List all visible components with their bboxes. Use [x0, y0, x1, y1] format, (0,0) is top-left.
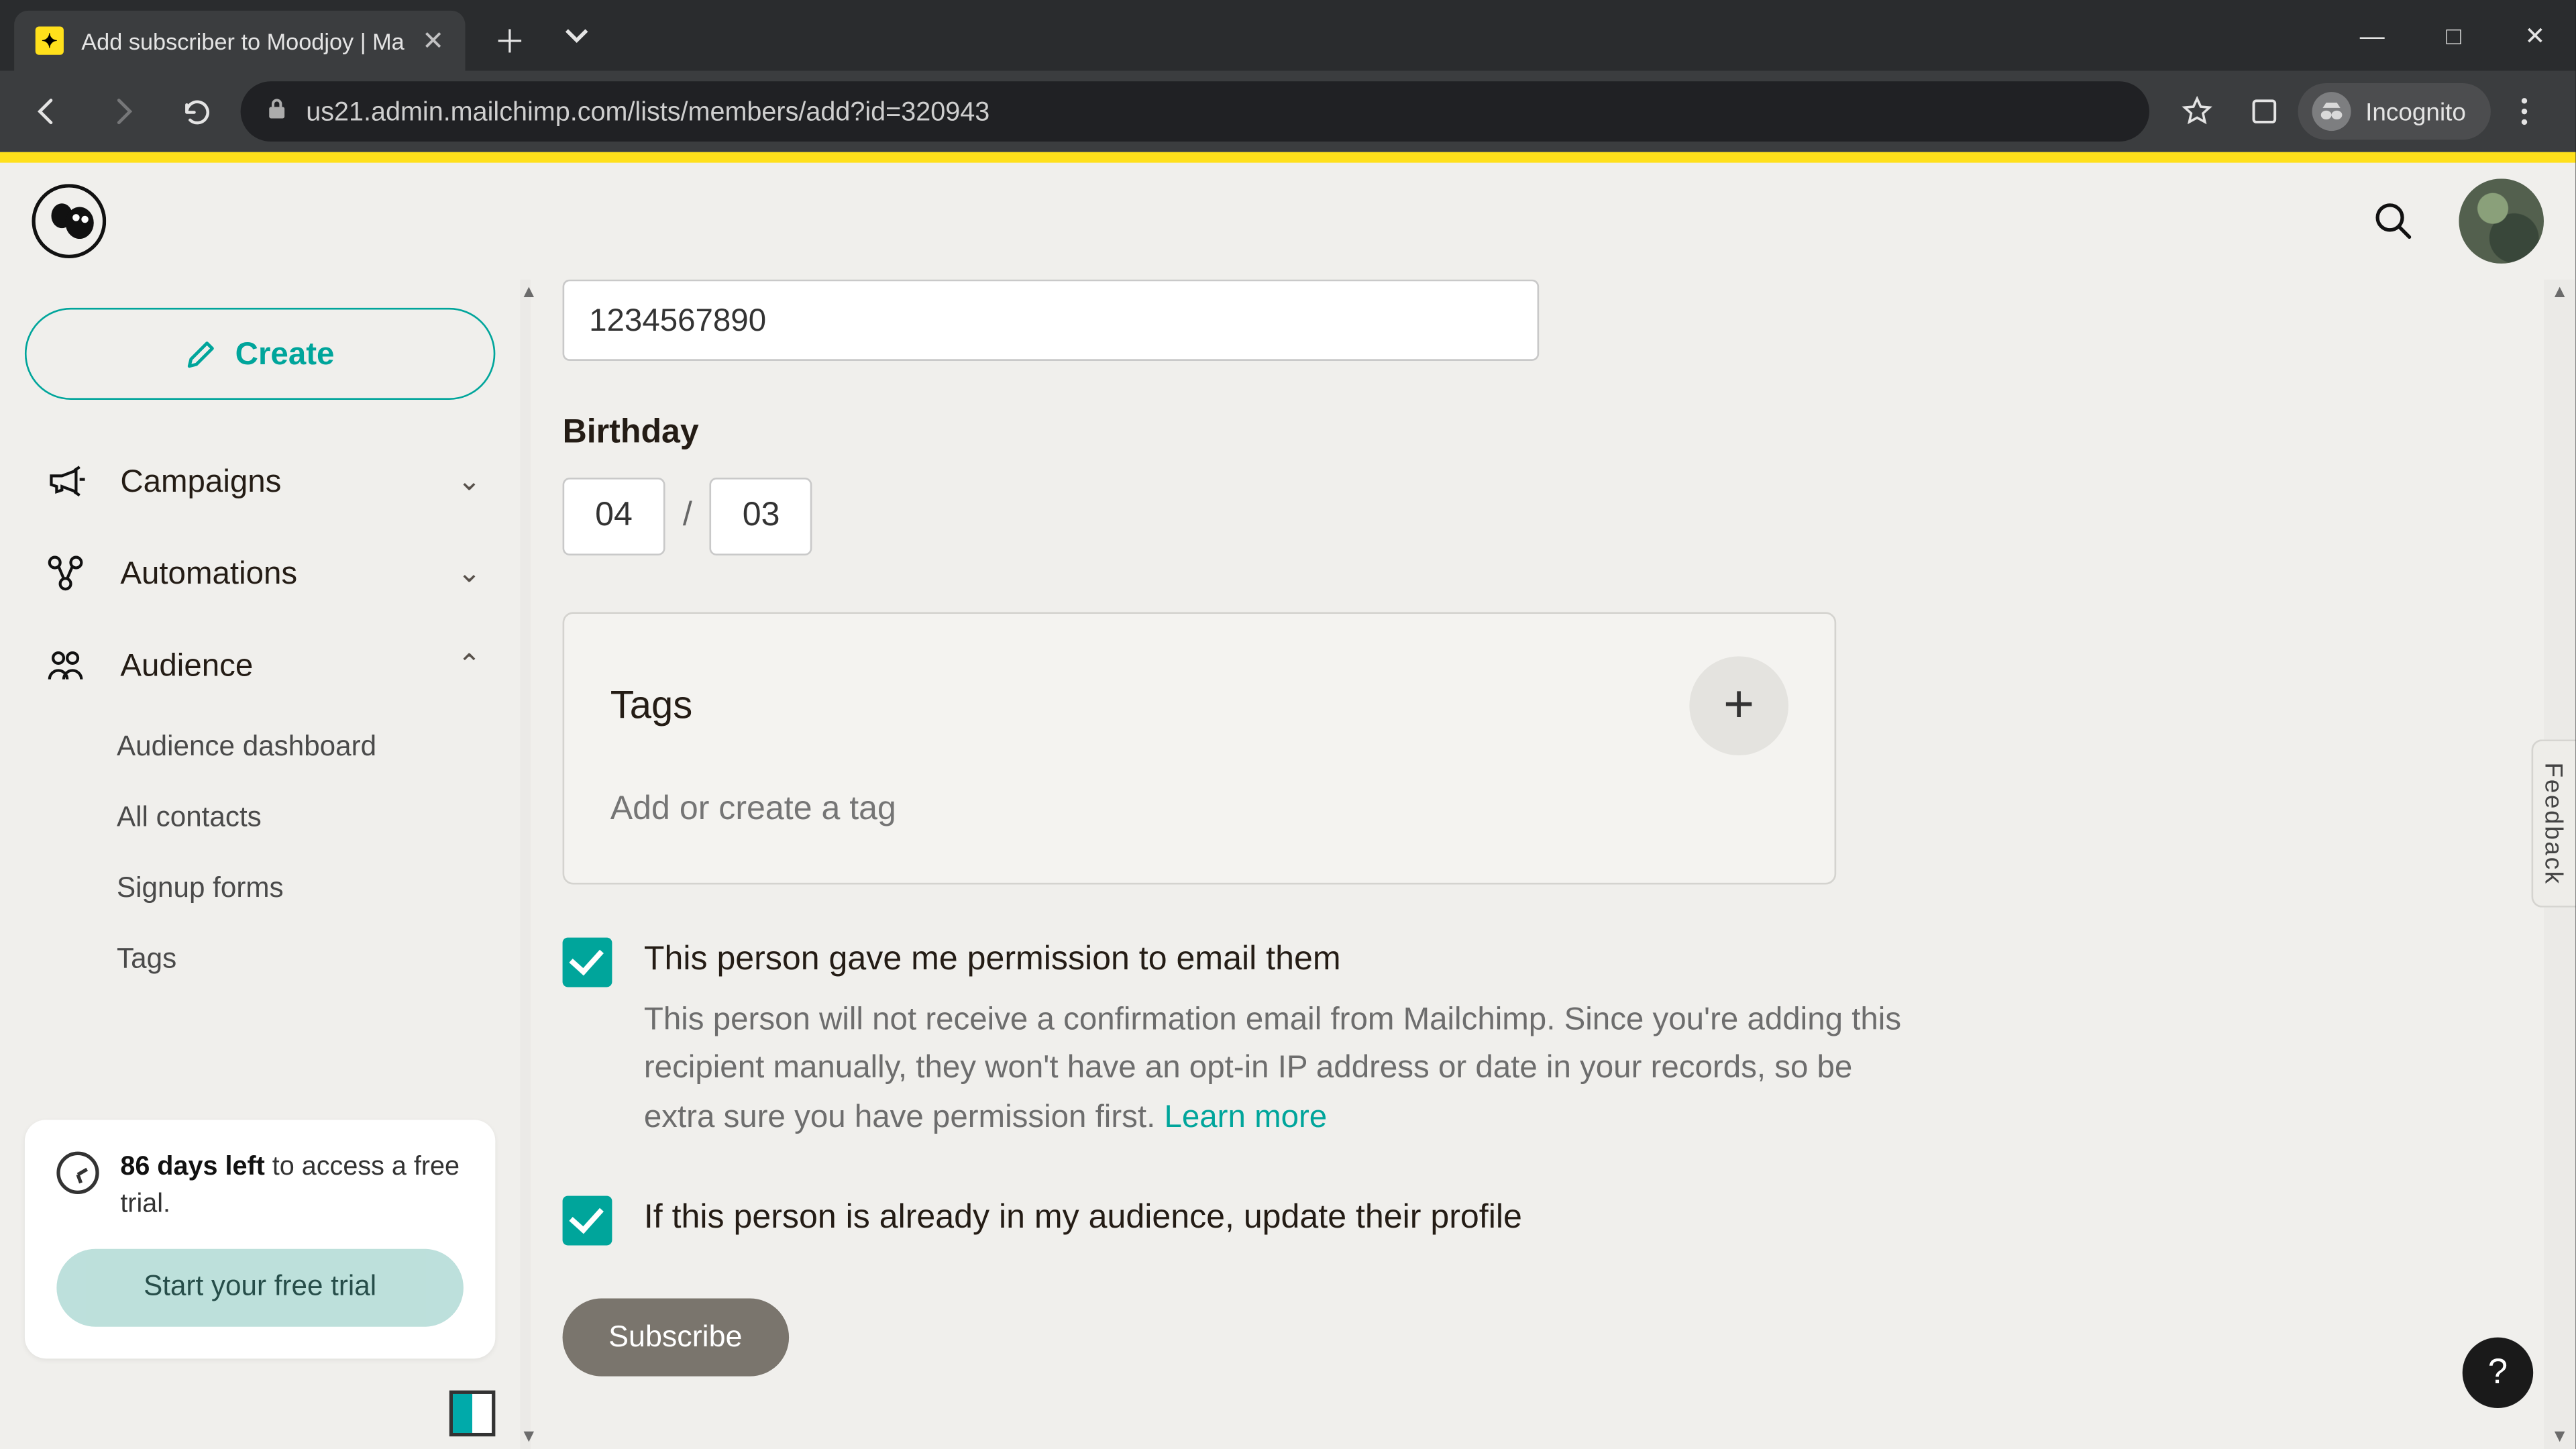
address-bar[interactable]: us21.admin.mailchimp.com/lists/members/a… — [241, 81, 2150, 142]
sidebar-label: Automations — [120, 555, 297, 592]
window-close-icon[interactable]: ✕ — [2494, 0, 2575, 70]
update-profile-checkbox-row: If this person is already in my audience… — [563, 1196, 1907, 1246]
app-header — [0, 163, 2575, 280]
birthday-label: Birthday — [563, 414, 2512, 453]
trial-callout: 86 days left to access a free trial. Sta… — [25, 1119, 495, 1358]
bookmark-star-icon[interactable] — [2164, 81, 2231, 142]
account-avatar[interactable] — [2459, 178, 2544, 264]
window-minimize-icon[interactable]: ― — [2332, 0, 2413, 70]
clock-icon — [56, 1150, 99, 1193]
new-tab-button[interactable]: ＋ — [483, 14, 536, 67]
phone-input[interactable]: 1234567890 — [563, 280, 1540, 361]
feedback-tab[interactable]: Feedback — [2532, 739, 2576, 908]
browser-tab-active[interactable]: ✦ Add subscriber to Moodjoy | Ma ✕ — [14, 11, 466, 71]
mailchimp-logo[interactable] — [32, 184, 106, 258]
sidebar-item-audience[interactable]: Audience ⌃ — [25, 623, 495, 708]
tab-favicon: ✦ — [36, 27, 64, 55]
browser-toolbar: us21.admin.mailchimp.com/lists/members/a… — [0, 70, 2575, 152]
subnav-all-contacts[interactable]: All contacts — [117, 789, 495, 849]
tags-heading: Tags — [610, 683, 693, 729]
nav-back-button[interactable] — [17, 81, 78, 142]
date-separator: / — [683, 497, 692, 536]
scroll-up-icon[interactable]: ▲ — [520, 283, 531, 303]
create-label: Create — [235, 335, 335, 372]
chevron-down-icon: ⌄ — [458, 555, 481, 591]
tab-title: Add subscriber to Moodjoy | Ma — [81, 28, 404, 54]
lock-icon — [266, 97, 288, 125]
birthday-month-input[interactable] — [563, 478, 665, 555]
scroll-down-icon[interactable]: ▼ — [520, 1428, 531, 1447]
flow-icon — [39, 552, 92, 594]
main-content: 1234567890 Birthday / Tags + — [531, 280, 2544, 1449]
people-icon — [39, 644, 92, 686]
scroll-down-icon[interactable]: ▼ — [2544, 1428, 2575, 1447]
audience-submenu: Audience dashboard All contacts Signup f… — [25, 718, 495, 991]
birthday-day-input[interactable] — [710, 478, 812, 555]
permission-title: This person gave me permission to email … — [644, 938, 1907, 985]
window-maximize-icon[interactable]: □ — [2413, 0, 2494, 70]
permission-checkbox[interactable] — [563, 938, 612, 987]
tags-card: Tags + — [563, 612, 1837, 884]
learn-more-link[interactable]: Learn more — [1164, 1099, 1327, 1135]
incognito-label: Incognito — [2365, 97, 2466, 125]
global-search-button[interactable] — [2356, 184, 2430, 258]
sidebar-item-campaigns[interactable]: Campaigns ⌄ — [25, 439, 495, 524]
megaphone-icon — [39, 460, 92, 502]
tab-list-icon[interactable] — [536, 0, 617, 70]
scroll-up-icon[interactable]: ▲ — [2544, 283, 2575, 303]
create-button[interactable]: Create — [25, 308, 495, 400]
tag-input[interactable] — [610, 791, 1788, 830]
sidebar-label: Campaigns — [120, 463, 281, 500]
chevron-down-icon: ⌄ — [458, 464, 481, 499]
cookie-pref-icon[interactable] — [449, 1391, 496, 1437]
incognito-icon — [2312, 92, 2351, 131]
pencil-icon — [186, 338, 217, 370]
update-profile-title: If this person is already in my audience… — [644, 1196, 1522, 1243]
browser-menu-icon[interactable] — [2491, 81, 2558, 142]
nav-forward-button[interactable] — [92, 81, 152, 142]
sidebar-label: Audience — [120, 647, 253, 684]
help-button[interactable]: ? — [2463, 1338, 2533, 1408]
phone-value: 1234567890 — [589, 302, 766, 339]
start-trial-button[interactable]: Start your free trial — [56, 1249, 464, 1327]
plus-icon: + — [1723, 676, 1754, 736]
accent-bar — [0, 152, 2575, 163]
tab-close-icon[interactable]: ✕ — [422, 25, 444, 56]
chevron-up-icon: ⌃ — [458, 647, 481, 683]
subnav-tags[interactable]: Tags — [117, 930, 495, 991]
subscribe-button[interactable]: Subscribe — [563, 1299, 789, 1377]
permission-description: This person will not receive a confirmat… — [644, 996, 1907, 1144]
url-text: us21.admin.mailchimp.com/lists/members/a… — [306, 97, 989, 127]
sidebar-item-automations[interactable]: Automations ⌄ — [25, 531, 495, 616]
add-tag-button[interactable]: + — [1689, 656, 1788, 755]
update-profile-checkbox[interactable] — [563, 1196, 612, 1246]
subnav-audience-dashboard[interactable]: Audience dashboard — [117, 718, 495, 779]
permission-checkbox-row: This person gave me permission to email … — [563, 938, 1907, 1144]
sidebar: Create Campaigns ⌄ Automations — [0, 280, 520, 1449]
trial-text: 86 days left to access a free trial. — [120, 1147, 464, 1224]
nav-reload-button[interactable] — [166, 81, 227, 142]
extensions-icon[interactable] — [2231, 81, 2298, 142]
incognito-indicator[interactable]: Incognito — [2298, 83, 2491, 140]
browser-tabstrip: ✦ Add subscriber to Moodjoy | Ma ✕ ＋ ― □… — [0, 0, 2575, 70]
subnav-signup-forms[interactable]: Signup forms — [117, 860, 495, 920]
sidebar-scrollbar[interactable]: ▲ ▼ — [520, 280, 531, 1449]
